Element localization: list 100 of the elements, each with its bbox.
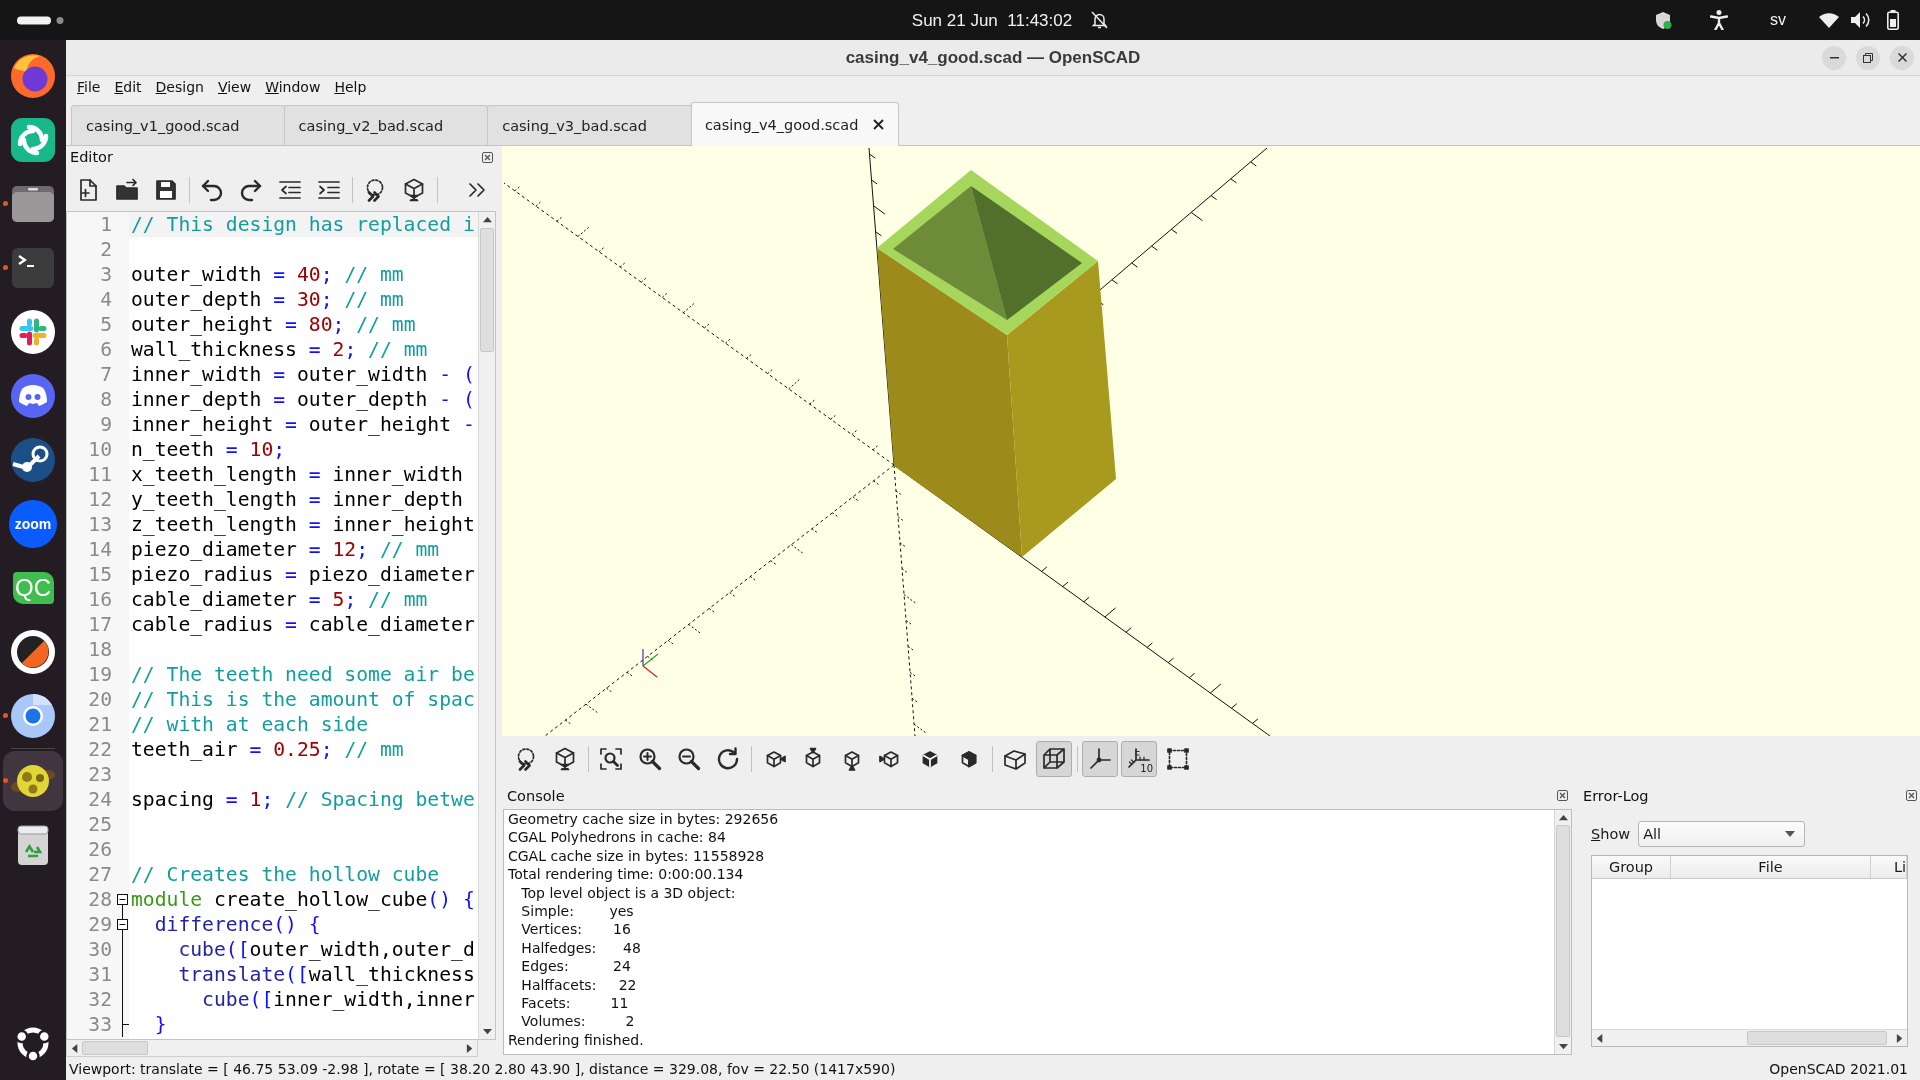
console-line: Vertices: 16 xyxy=(520,920,632,939)
column-header[interactable]: Li xyxy=(1871,856,1907,878)
minimize-icon[interactable] xyxy=(1829,56,1839,59)
folder-arrow-icon[interactable] xyxy=(115,177,139,202)
horizontal-scrollbar[interactable] xyxy=(66,1040,478,1057)
undo-icon[interactable] xyxy=(200,177,224,202)
volume-icon[interactable] xyxy=(1851,11,1871,29)
clock[interactable]: Sun 21 Jun 11:43:02 xyxy=(911,11,1073,29)
code-line: z_teeth_length = inner_height xyxy=(131,512,475,537)
wireframe-cube-icon[interactable] xyxy=(1042,747,1066,771)
bell-off-icon[interactable] xyxy=(1091,11,1109,29)
horizontal-scrollbar[interactable] xyxy=(1592,1029,1907,1046)
dotted-frame-icon[interactable] xyxy=(1166,747,1190,771)
orthogonal-button[interactable] xyxy=(1036,741,1072,777)
browser-logo-icon[interactable] xyxy=(9,52,57,100)
fold-toggle-icon[interactable] xyxy=(117,894,128,912)
filter-dropdown[interactable]: All xyxy=(1638,821,1806,847)
menu-item[interactable]: File xyxy=(70,79,108,96)
hash-logo-icon[interactable] xyxy=(9,308,57,356)
menu-item[interactable]: Window xyxy=(258,79,328,96)
scrollbar-thumb[interactable] xyxy=(82,1041,149,1055)
circular-arrow-icon[interactable] xyxy=(716,747,740,771)
axes-icon[interactable] xyxy=(1088,747,1112,771)
scrollbar-thumb[interactable] xyxy=(1747,1031,1888,1045)
workspace-indicator-icon[interactable] xyxy=(17,15,64,25)
menu-item[interactable]: Edit xyxy=(107,79,149,96)
active-app-highlight[interactable] xyxy=(3,751,63,811)
line-number: 15 xyxy=(87,562,113,587)
frustum-icon[interactable] xyxy=(1003,747,1027,771)
code-line: y_teeth_length = inner_depth xyxy=(131,487,463,512)
line-number: 31 xyxy=(87,962,113,987)
axes-ticks-icon[interactable] xyxy=(1127,747,1151,771)
scroll-left-arrow-icon[interactable] xyxy=(71,1043,79,1053)
shield-icon[interactable] xyxy=(1655,10,1672,30)
console-line: Top level object is a 3D object: xyxy=(520,883,737,903)
code-editor[interactable] xyxy=(66,211,496,1040)
maximize-button[interactable] xyxy=(1856,45,1880,70)
scroll-up-arrow-icon[interactable] xyxy=(482,216,492,224)
close-icon[interactable] xyxy=(1897,53,1907,62)
wifi-icon[interactable] xyxy=(1819,12,1839,28)
scroll-right-arrow-icon[interactable] xyxy=(465,1043,473,1053)
zoom-fit-icon[interactable] xyxy=(599,747,623,771)
line-number: 30 xyxy=(87,937,113,962)
window-title: casing_v4_good.scad — OpenSCAD xyxy=(845,47,1141,68)
fold-toggle-icon[interactable] xyxy=(117,912,128,937)
arcs-logo-icon[interactable] xyxy=(9,116,57,164)
controller-logo-icon[interactable] xyxy=(9,372,57,420)
code-line: difference() { xyxy=(153,912,321,937)
keyboard-layout-indicator[interactable]: sv xyxy=(1770,12,1786,28)
line-number: 11 xyxy=(87,462,113,487)
menu-item[interactable]: View xyxy=(210,79,259,96)
console-line: Edges: 24 xyxy=(520,957,632,976)
file-tab[interactable]: casing_v3_bad.scad xyxy=(487,105,692,145)
code-line: teeth_air = 0.25; // mm xyxy=(131,737,404,762)
scroll-left-arrow-icon[interactable] xyxy=(1596,1033,1604,1043)
piston-logo-icon[interactable] xyxy=(9,436,57,484)
circle-logo-icon[interactable] xyxy=(9,692,57,740)
close-box-icon[interactable] xyxy=(1557,790,1568,801)
file-tab[interactable]: casing_v1_good.scad xyxy=(71,105,285,145)
scroll-up-arrow-icon[interactable] xyxy=(1558,814,1568,822)
split-circle-logo-icon[interactable] xyxy=(9,628,57,676)
show-axes-button[interactable] xyxy=(1082,741,1118,777)
line-number: 3 xyxy=(99,262,113,287)
show-scale-markers-button[interactable]: 10 xyxy=(1121,741,1157,777)
close-icon[interactable] xyxy=(873,119,885,130)
panel-title: Error-Log xyxy=(1583,787,1649,804)
close-button[interactable] xyxy=(1890,45,1914,70)
scrollbar-thumb[interactable] xyxy=(1556,825,1570,1038)
close-box-icon[interactable] xyxy=(1906,790,1917,801)
zoom-in-icon[interactable] xyxy=(638,747,662,771)
close-box-icon[interactable] xyxy=(482,151,493,163)
redo-icon[interactable] xyxy=(239,177,263,202)
accessibility-icon[interactable] xyxy=(1710,10,1728,30)
line-number: 29 xyxy=(87,912,113,937)
scrollbar-thumb[interactable] xyxy=(480,228,494,353)
file-tab[interactable]: casing_v4_good.scad xyxy=(690,102,900,146)
file-tab[interactable]: casing_v2_bad.scad xyxy=(283,105,489,145)
menu-item[interactable]: Design xyxy=(148,79,211,96)
scroll-down-arrow-icon[interactable] xyxy=(1558,1042,1568,1050)
scroll-right-arrow-icon[interactable] xyxy=(1895,1033,1903,1043)
line-number: 18 xyxy=(87,637,113,662)
line-number: 20 xyxy=(87,687,113,712)
fold-end-icon xyxy=(122,1012,129,1037)
cube-hourglass-icon[interactable] xyxy=(402,177,426,202)
vertical-scrollbar[interactable] xyxy=(478,212,495,1039)
panel-title: Editor xyxy=(70,149,113,165)
column-header[interactable]: File xyxy=(1671,856,1871,878)
column-header[interactable]: Group xyxy=(1592,856,1671,878)
cube-hourglass-icon[interactable] xyxy=(553,747,577,771)
battery-icon[interactable] xyxy=(1887,10,1899,30)
app-launcher[interactable]: zoom xyxy=(9,500,57,548)
zoom-out-icon[interactable] xyxy=(677,747,701,771)
menu-item[interactable]: Help xyxy=(327,79,374,96)
caret-icon[interactable] xyxy=(1785,831,1796,837)
restore-icon[interactable] xyxy=(1863,52,1873,63)
vertical-scrollbar[interactable] xyxy=(1554,810,1571,1054)
line-number: 26 xyxy=(87,837,113,862)
code-line: x_teeth_length = inner_width xyxy=(131,462,463,487)
code-line: spacing = 1; // Spacing betwe xyxy=(131,787,475,812)
scroll-down-arrow-icon[interactable] xyxy=(482,1027,492,1035)
